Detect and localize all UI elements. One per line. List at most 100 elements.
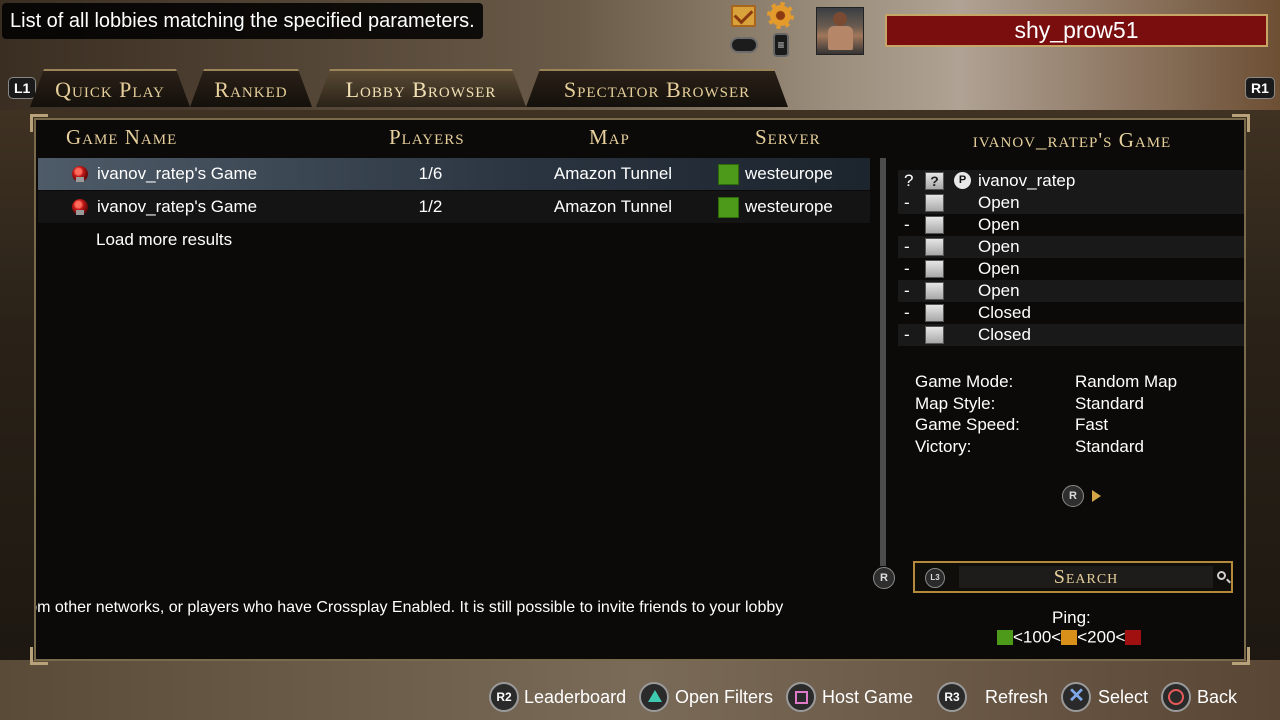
setting-key: Game Mode: (915, 372, 1014, 391)
player-slot[interactable]: - Open (898, 258, 1244, 280)
mail-icon[interactable] (731, 5, 756, 27)
lobby-type-icon (72, 199, 88, 215)
panel-corner-ornament (30, 647, 48, 665)
lobby-map: Amazon Tunnel (553, 197, 673, 216)
player-slot[interactable]: ? ? P ivanov_ratep (898, 170, 1244, 192)
circle-button-icon[interactable] (1161, 682, 1191, 712)
crossplay-ticker: s from other networks, or players who ha… (36, 599, 784, 616)
ping-legend: <100< <200< (997, 627, 1142, 647)
setting-key: Map Style: (915, 393, 996, 413)
username: shy_prow51 (885, 14, 1268, 47)
slot-label: Closed (978, 303, 1031, 322)
lobby-server: westeurope (745, 164, 833, 183)
setting-value: Standard (1075, 437, 1144, 457)
triangle-button-icon[interactable] (639, 682, 669, 712)
r1-bumper-button[interactable]: R1 (1245, 77, 1275, 99)
slot-label: Open (978, 215, 1020, 234)
lobby-name: ivanov_ratep's Game (97, 164, 258, 183)
slot-label: Open (978, 193, 1020, 212)
l1-bumper-button[interactable]: L1 (8, 77, 37, 99)
avatar[interactable] (816, 7, 864, 55)
lobby-detail-title: ivanov_ratep's Game (972, 128, 1172, 152)
player-slot[interactable]: - Closed (898, 324, 1244, 346)
refresh-action[interactable]: Refresh (985, 686, 1048, 708)
select-action[interactable]: Select (1098, 686, 1148, 708)
column-header-players[interactable]: Players (389, 124, 465, 150)
lobby-players: 1/6 (418, 164, 443, 183)
player-slot[interactable]: - Closed (898, 302, 1244, 324)
setting-value: Standard (1075, 393, 1144, 413)
player-slot[interactable]: - Open (898, 192, 1244, 214)
slot-civ-icon (925, 216, 944, 234)
cross-button-icon[interactable]: ✕ (1061, 682, 1091, 712)
ping-threshold-high: <200< (1077, 627, 1126, 647)
arrow-right-icon[interactable] (1092, 490, 1101, 502)
slot-team-mark: - (904, 237, 910, 256)
player-slot[interactable]: - Open (898, 214, 1244, 236)
setting-key: Game Speed: (915, 415, 1020, 435)
tab-ranked[interactable]: Ranked (190, 69, 312, 107)
menu-icon[interactable]: ≡ (773, 33, 789, 57)
lobby-map: Amazon Tunnel (553, 164, 673, 183)
context-hint: List of all lobbies matching the specifi… (2, 3, 483, 39)
slot-team-mark: - (904, 281, 910, 300)
ping-bad-swatch (1125, 630, 1142, 646)
square-button-icon[interactable] (786, 682, 816, 712)
load-more-results-link[interactable]: Load more results (96, 230, 232, 250)
lobby-name: ivanov_ratep's Game (97, 197, 258, 216)
playstation-icon: P (954, 172, 971, 189)
slot-label: Open (978, 281, 1020, 300)
ping-indicator-icon (718, 164, 739, 185)
slot-team-mark: ? (904, 171, 914, 190)
slot-team-mark: - (904, 303, 910, 322)
ping-legend-label: Ping: (1052, 608, 1091, 627)
panel-corner-ornament (30, 114, 48, 132)
game-settings: Game Mode: Random Map Map Style: Standar… (915, 372, 1235, 459)
lobby-server: westeurope (745, 197, 833, 216)
gear-icon[interactable] (767, 2, 794, 29)
lobby-row[interactable]: ivanov_ratep's Game 1/6 Amazon Tunnel we… (38, 158, 870, 190)
controller-hints: R2 Leaderboard Open Filters Host Game R3… (0, 680, 1280, 716)
slot-label: Open (978, 237, 1020, 256)
slot-team-mark: - (904, 325, 910, 344)
back-action[interactable]: Back (1197, 686, 1237, 708)
search-icon (1217, 571, 1226, 580)
player-slot[interactable]: - Open (898, 280, 1244, 302)
slot-label: Closed (978, 325, 1031, 344)
right-stick-details-button[interactable]: R (1062, 485, 1084, 507)
setting-map-style: Map Style: Standard (915, 394, 1235, 416)
setting-value: Fast (1075, 415, 1109, 435)
tab-lobby-browser[interactable]: Lobby Browser (316, 69, 526, 107)
column-header-game-name[interactable]: Game Name (66, 124, 177, 150)
slot-team-mark: - (904, 215, 910, 234)
slot-civ-icon (925, 260, 944, 278)
right-stick-scroll-button[interactable]: R (873, 567, 895, 589)
list-scrollbar[interactable] (880, 158, 886, 566)
ping-threshold-low: <100< (1013, 627, 1062, 647)
host-game-action[interactable]: Host Game (822, 686, 913, 708)
slot-label: Open (978, 259, 1020, 278)
r3-button-icon[interactable]: R3 (937, 682, 967, 712)
ping-good-swatch (997, 630, 1013, 646)
slot-civ-icon (925, 326, 944, 344)
lobby-type-icon (72, 166, 88, 182)
column-header-server[interactable]: Server (755, 124, 821, 150)
player-slot[interactable]: - Open (898, 236, 1244, 258)
tab-quick-play[interactable]: Quick Play (30, 69, 190, 107)
tab-spectator-browser[interactable]: Spectator Browser (526, 69, 788, 107)
controller-icon[interactable] (730, 37, 758, 53)
slot-civ-icon (925, 238, 944, 256)
slot-civ-icon (925, 194, 944, 212)
setting-game-speed: Game Speed: Fast (915, 415, 1235, 437)
l3-button-icon: L3 (925, 568, 945, 588)
setting-value: Random Map (1075, 372, 1178, 391)
search-button[interactable]: L3 Search (913, 561, 1233, 593)
lobby-row[interactable]: ivanov_ratep's Game 1/2 Amazon Tunnel we… (38, 191, 870, 223)
search-label: Search (1053, 566, 1119, 588)
setting-victory: Victory: Standard (915, 437, 1235, 459)
column-header-map[interactable]: Map (589, 124, 630, 150)
open-filters-action[interactable]: Open Filters (675, 686, 773, 708)
r2-button-icon[interactable]: R2 (489, 682, 519, 712)
slot-civ-icon: ? (925, 172, 944, 190)
leaderboard-action[interactable]: Leaderboard (524, 686, 626, 708)
